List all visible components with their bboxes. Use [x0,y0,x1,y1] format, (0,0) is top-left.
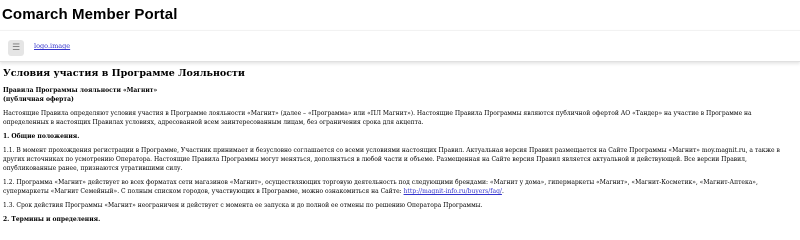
rules-subtitle: (публичная оферта) [3,96,74,103]
header-bar: ☰ logo.image [0,30,800,62]
logo-image-link[interactable]: logo.image [34,42,70,50]
paragraph-1-2: 1.2. Программа «Магнит» действует во все… [3,178,797,196]
section-2-title: 2. Термины и определения. [3,216,101,223]
hamburger-menu-icon: ☰ [11,42,21,53]
paragraph-1-3: 1.3. Срок действия Программы «Магнит» не… [3,202,483,209]
site-title: Comarch Member Portal [2,6,178,23]
paragraph-1-1: 1.1. В момент прохождения регистрации в … [3,147,780,172]
paragraph-1-2-text: 1.2. Программа «Магнит» действует во все… [3,179,758,195]
intro-paragraph: Настоящие Правила определяют условия уча… [3,110,752,126]
terms-content: Условия участия в Программе Лояльности П… [3,68,797,229]
page-heading: Условия участия в Программе Лояльности [3,68,245,79]
faq-link[interactable]: http://magnit-info.ru/buyers/faq/ [404,188,502,195]
section-1-title: 1. Общие положения. [3,133,80,140]
paragraph-1-2-end: . [501,188,504,195]
rules-title: Правила Программы лояльности «Магнит» [3,87,158,94]
menu-button[interactable]: ☰ [8,40,24,56]
